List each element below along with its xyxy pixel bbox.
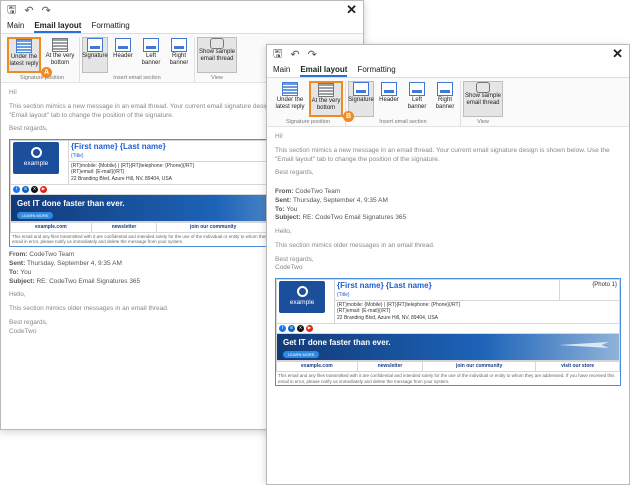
under-latest-reply-button[interactable]: Under the latest reply bbox=[273, 81, 307, 117]
header-button[interactable]: Header bbox=[376, 81, 402, 117]
layout-top-icon bbox=[282, 82, 298, 96]
company-logo: example bbox=[279, 281, 325, 314]
at-very-bottom-button[interactable]: At the very bottom bbox=[309, 81, 343, 117]
title-bar: 🖫 ↶ ↷ ✕ bbox=[267, 45, 629, 63]
left-banner-button[interactable]: Left banner bbox=[404, 81, 430, 117]
left-banner-icon bbox=[143, 38, 159, 52]
youtube-icon[interactable]: ▶ bbox=[306, 324, 313, 332]
tab-main[interactable]: Main bbox=[7, 21, 24, 33]
message-body: Hi! This section mimics a new message in… bbox=[267, 127, 629, 396]
show-sample-thread-button[interactable]: Show sample email thread bbox=[197, 37, 237, 73]
link-store[interactable]: visit our store bbox=[535, 360, 620, 372]
link-community[interactable]: join our community bbox=[422, 360, 537, 372]
undo-icon[interactable]: ↶ bbox=[24, 4, 33, 17]
social-icons: f in X ▶ bbox=[279, 324, 617, 332]
undo-icon[interactable]: ↶ bbox=[290, 48, 299, 61]
tab-main[interactable]: Main bbox=[273, 65, 290, 77]
ribbon: Under the latest reply At the very botto… bbox=[267, 78, 629, 127]
tab-formatting[interactable]: Formatting bbox=[91, 21, 129, 33]
right-banner-button[interactable]: Right banner bbox=[166, 37, 192, 73]
close-icon[interactable]: ✕ bbox=[612, 46, 623, 62]
signature-position-group: Under the latest reply At the very botto… bbox=[271, 81, 346, 126]
signature-name: {First name} {Last name} bbox=[71, 142, 166, 152]
link-website[interactable]: example.com bbox=[276, 360, 358, 372]
link-newsletter[interactable]: newsletter bbox=[356, 360, 424, 372]
under-latest-reply-button[interactable]: Under the latest reply bbox=[7, 37, 41, 73]
link-newsletter[interactable]: newsletter bbox=[90, 221, 158, 233]
email-preview-window-b: 🖫 ↶ ↷ ✕ Main Email layout Formatting Und… bbox=[266, 44, 630, 485]
insert-section-group: Signature Header Left banner Right banne… bbox=[80, 37, 195, 82]
link-website[interactable]: example.com bbox=[10, 221, 92, 233]
disclaimer: This email and any files transmitted wit… bbox=[278, 372, 615, 384]
view-group: Show sample email thread View bbox=[461, 81, 505, 126]
chat-bubble-icon bbox=[476, 82, 490, 93]
left-banner-button[interactable]: Left banner bbox=[138, 37, 164, 73]
left-banner-icon bbox=[409, 82, 425, 96]
save-icon[interactable]: 🖫 bbox=[273, 45, 282, 64]
save-icon[interactable]: 🖫 bbox=[7, 1, 16, 20]
signature-button[interactable]: Signature bbox=[82, 37, 108, 73]
right-banner-icon bbox=[171, 38, 187, 52]
step-badge-b: B bbox=[343, 111, 354, 122]
youtube-icon[interactable]: ▶ bbox=[40, 185, 47, 193]
redo-icon[interactable]: ↷ bbox=[308, 48, 317, 61]
layout-bottom-icon bbox=[52, 38, 68, 52]
title-bar: 🖫 ↶ ↷ ✕ bbox=[1, 1, 363, 19]
header-icon bbox=[381, 82, 397, 96]
view-group: Show sample email thread View bbox=[195, 37, 239, 82]
tab-bar: Main Email layout Formatting bbox=[1, 19, 363, 34]
show-sample-thread-button[interactable]: Show sample email thread bbox=[463, 81, 503, 117]
right-banner-icon bbox=[437, 82, 453, 96]
promo-banner[interactable]: Get IT done faster than ever. LEARN MORE bbox=[277, 333, 619, 360]
signature-icon bbox=[353, 82, 369, 96]
facebook-icon[interactable]: f bbox=[13, 185, 20, 193]
insert-section-group: Signature Header Left banner Right banne… bbox=[346, 81, 461, 126]
tab-formatting[interactable]: Formatting bbox=[357, 65, 395, 77]
signature-preview: example {First name} {Last name} {Title} … bbox=[275, 278, 621, 387]
tab-email-layout[interactable]: Email layout bbox=[34, 21, 82, 33]
layout-bottom-icon bbox=[318, 83, 334, 97]
header-icon bbox=[115, 38, 131, 52]
signature-links: example.com newsletter join our communit… bbox=[276, 360, 620, 372]
right-banner-button[interactable]: Right banner bbox=[432, 81, 458, 117]
redo-icon[interactable]: ↷ bbox=[42, 4, 51, 17]
facebook-icon[interactable]: f bbox=[279, 324, 286, 332]
x-icon[interactable]: X bbox=[297, 324, 304, 332]
step-badge-a: A bbox=[41, 67, 52, 78]
linkedin-icon[interactable]: in bbox=[22, 185, 29, 193]
chat-bubble-icon bbox=[210, 38, 224, 49]
photo-placeholder: {Photo 1} bbox=[559, 279, 620, 301]
signature-icon bbox=[87, 38, 103, 52]
header-button[interactable]: Header bbox=[110, 37, 136, 73]
link-community[interactable]: join our community bbox=[156, 221, 271, 233]
close-icon[interactable]: ✕ bbox=[346, 2, 357, 18]
tab-bar: Main Email layout Formatting bbox=[267, 63, 629, 78]
signature-name: {First name} {Last name} bbox=[337, 281, 432, 291]
tab-email-layout[interactable]: Email layout bbox=[300, 65, 348, 77]
layout-top-icon bbox=[16, 39, 32, 53]
company-logo: example bbox=[13, 142, 59, 175]
linkedin-icon[interactable]: in bbox=[288, 324, 295, 332]
x-icon[interactable]: X bbox=[31, 185, 38, 193]
